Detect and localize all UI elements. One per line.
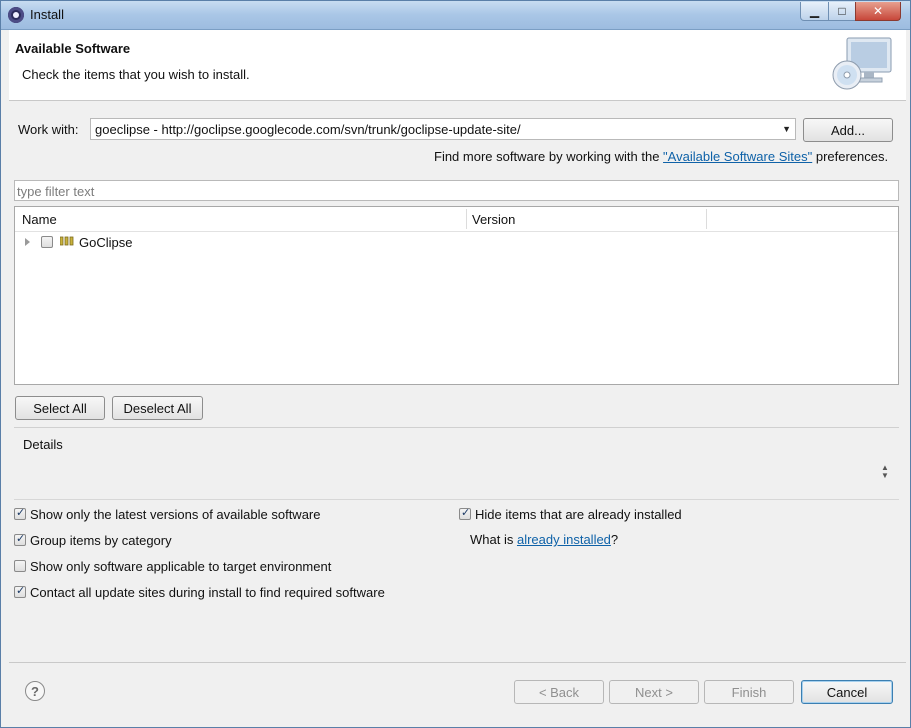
column-name[interactable]: Name: [22, 212, 57, 227]
chevron-down-icon[interactable]: ▼: [782, 124, 791, 134]
details-label: Details: [23, 437, 63, 452]
next-button[interactable]: Next >: [609, 680, 699, 704]
contact-update-sites-option[interactable]: Contact all update sites during install …: [14, 584, 385, 600]
maximize-button[interactable]: □: [828, 2, 856, 21]
contact-update-sites-label: Contact all update sites during install …: [30, 584, 385, 600]
what-is-prefix: What is: [470, 532, 517, 547]
filter-input[interactable]: type filter text: [14, 180, 899, 201]
available-software-sites-link[interactable]: "Available Software Sites": [663, 149, 812, 164]
close-button[interactable]: ✕: [855, 2, 901, 21]
what-is-suffix: ?: [610, 532, 619, 547]
sites-hint-prefix: Find more software by working with the: [434, 149, 664, 164]
column-version[interactable]: Version: [472, 212, 515, 227]
add-site-button[interactable]: Add...: [803, 118, 893, 142]
contact-update-sites-checkbox[interactable]: [14, 584, 26, 598]
latest-versions-label: Show only the latest versions of availab…: [30, 506, 321, 522]
minimize-icon: ▁: [809, 4, 820, 18]
column-divider[interactable]: [466, 209, 467, 229]
wizard-header: Available Software Check the items that …: [9, 30, 906, 101]
target-environment-label: Show only software applicable to target …: [30, 558, 332, 574]
install-window: Install ▁ □ ✕ Available Software Check t…: [0, 0, 911, 728]
close-icon: ✕: [872, 4, 884, 18]
details-text-area[interactable]: [14, 455, 899, 500]
filter-placeholder: type filter text: [17, 184, 95, 199]
hide-installed-label: Hide items that are already installed: [475, 506, 682, 522]
work-with-label: Work with:: [18, 122, 79, 137]
tree-item-label: GoClipse: [79, 235, 133, 250]
group-by-category-label: Group items by category: [30, 532, 172, 548]
category-icon: [60, 236, 74, 246]
details-scroll-arrows-icon[interactable]: ▲ ▼: [881, 464, 889, 480]
sites-hint: Find more software by working with the "…: [434, 149, 888, 164]
work-with-value: goeclipse - http://goclipse.googlecode.c…: [95, 122, 521, 137]
tree-row-goclipse[interactable]: GoClipse: [15, 231, 898, 253]
cancel-button[interactable]: Cancel: [801, 680, 893, 704]
what-is-installed: What is already installed?: [470, 532, 618, 547]
sites-hint-suffix: preferences.: [812, 149, 889, 164]
window-title: Install: [30, 7, 64, 22]
goclipse-checkbox[interactable]: [41, 236, 53, 248]
back-button[interactable]: < Back: [514, 680, 604, 704]
expand-arrow-icon[interactable]: [25, 238, 30, 246]
group-by-category-checkbox[interactable]: [14, 532, 26, 546]
help-icon[interactable]: ?: [25, 681, 45, 701]
latest-versions-option[interactable]: Show only the latest versions of availab…: [14, 506, 321, 522]
group-by-category-option[interactable]: Group items by category: [14, 532, 172, 548]
tree-header: Name Version: [15, 207, 898, 232]
page-subtitle: Check the items that you wish to install…: [22, 67, 250, 82]
eclipse-icon: [8, 7, 24, 23]
deselect-all-button[interactable]: Deselect All: [112, 396, 203, 420]
title-bar[interactable]: Install ▁ □ ✕: [1, 1, 910, 30]
already-installed-link[interactable]: already installed: [517, 532, 611, 547]
target-environment-option[interactable]: Show only software applicable to target …: [14, 558, 331, 574]
finish-button[interactable]: Finish: [704, 680, 794, 704]
maximize-icon: □: [838, 4, 846, 18]
page-title: Available Software: [15, 41, 131, 56]
column-divider[interactable]: [706, 209, 707, 229]
software-tree[interactable]: Name Version GoClipse: [14, 206, 899, 385]
minimize-button[interactable]: ▁: [800, 2, 829, 21]
footer-separator: [9, 662, 906, 663]
work-with-combo[interactable]: goeclipse - http://goclipse.googlecode.c…: [90, 118, 796, 140]
select-all-button[interactable]: Select All: [15, 396, 105, 420]
target-environment-checkbox[interactable]: [14, 560, 26, 572]
latest-versions-checkbox[interactable]: [14, 506, 26, 520]
hide-installed-option[interactable]: Hide items that are already installed: [459, 506, 682, 522]
details-separator: [14, 427, 899, 428]
hide-installed-checkbox[interactable]: [459, 506, 471, 520]
install-cd-monitor-icon: [832, 37, 892, 90]
